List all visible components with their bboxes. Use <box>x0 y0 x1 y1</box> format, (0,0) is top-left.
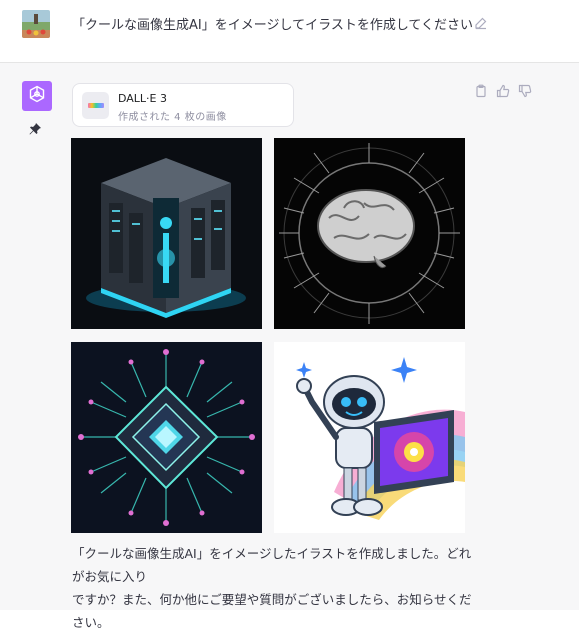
dalle-thumbnail-icon <box>82 92 109 119</box>
tool-name: DALL·E 3 <box>118 92 168 105</box>
edit-icon[interactable] <box>474 15 488 30</box>
assistant-reply: 「クールな画像生成AI」をイメージしたイラストを作成しました。どれがお気に入り … <box>72 542 472 634</box>
reply-line-2: ですか？また、何か他にご要望や質問がございましたら、お知らせください。 <box>72 592 472 630</box>
reply-line-1: 「クールな画像生成AI」をイメージしたイラストを作成しました。どれがお気に入り <box>72 546 472 584</box>
generated-image-circuit-brain[interactable] <box>274 138 465 329</box>
thumbs-up-icon[interactable] <box>496 83 510 98</box>
openai-icon <box>27 84 47 108</box>
user-message-row: 「クールな画像生成AI」をイメージしてイラストを作成してください <box>0 0 579 63</box>
generated-image-robot-mascot[interactable] <box>274 342 465 533</box>
pin-icon[interactable] <box>28 121 42 135</box>
generated-image-server-cube[interactable] <box>71 138 262 329</box>
message-actions <box>474 83 532 98</box>
user-avatar <box>22 10 50 38</box>
dalle-tool-card[interactable]: DALL·E 3 作成された 4 枚の画像 <box>72 83 294 127</box>
assistant-message-row: DALL·E 3 作成された 4 枚の画像 「クールな画像生成AI」をイメージし… <box>0 63 579 630</box>
generated-image-chip-circuit[interactable] <box>71 342 262 533</box>
assistant-avatar <box>22 81 52 111</box>
user-prompt: 「クールな画像生成AI」をイメージしてイラストを作成してください <box>72 18 474 33</box>
tool-status: 作成された 4 枚の画像 <box>118 112 227 123</box>
copy-icon[interactable] <box>474 83 488 98</box>
thumbs-down-icon[interactable] <box>518 83 532 98</box>
